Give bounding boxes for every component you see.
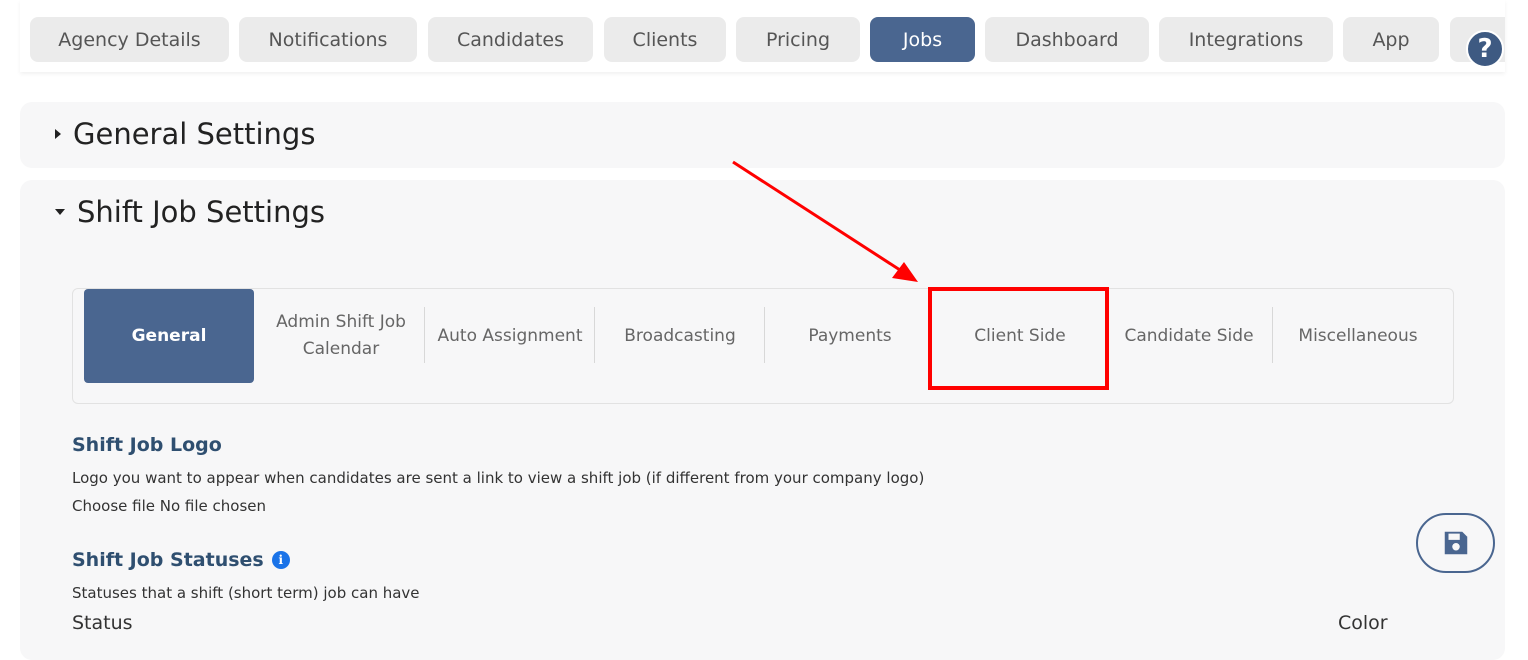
client-side-highlight-box — [928, 287, 1109, 390]
help-icon[interactable]: ? — [1466, 30, 1504, 68]
shift-job-statuses-description: Statuses that a shift (short term) job c… — [72, 584, 420, 602]
subtab-miscellaneous[interactable]: Miscellaneous — [1273, 289, 1443, 383]
shift-job-logo-title: Shift Job Logo — [72, 434, 222, 456]
subtab-candidate-side[interactable]: Candidate Side — [1104, 289, 1274, 383]
general-settings-title: General Settings — [73, 117, 316, 151]
caret-right-icon — [55, 129, 61, 139]
floppy-disk-icon — [1444, 531, 1467, 555]
tab-jobs[interactable]: Jobs — [870, 17, 975, 62]
tab-pricing[interactable]: Pricing — [736, 17, 860, 62]
subtab-admin-shift-job-calendar[interactable]: Admin Shift Job Calendar — [261, 289, 421, 383]
tab-app[interactable]: App — [1343, 17, 1439, 62]
shift-job-logo-description: Logo you want to appear when candidates … — [72, 469, 925, 487]
color-column-header: Color — [1338, 612, 1388, 634]
top-navigation-bar: Agency Details Notifications Candidates … — [20, 0, 1505, 72]
subtab-general[interactable]: General — [84, 289, 254, 383]
shift-job-subtabs: General Admin Shift Job Calendar Auto As… — [72, 288, 1454, 404]
status-column-header: Status — [72, 612, 133, 634]
subtab-auto-assignment[interactable]: Auto Assignment — [425, 289, 595, 383]
info-icon[interactable]: i — [271, 551, 290, 569]
shift-job-statuses-heading: Shift Job Statuses i — [72, 549, 290, 571]
tab-integrations[interactable]: Integrations — [1159, 17, 1333, 62]
shift-job-statuses-title: Shift Job Statuses — [72, 549, 264, 571]
shift-job-settings-header[interactable]: Shift Job Settings — [55, 195, 325, 229]
caret-down-icon — [55, 209, 65, 215]
general-settings-panel: General Settings — [20, 102, 1505, 168]
general-settings-header[interactable]: General Settings — [55, 117, 315, 151]
shift-job-settings-title: Shift Job Settings — [77, 195, 326, 229]
logo-file-input[interactable]: Choose file No file chosen — [72, 497, 266, 515]
tab-clients[interactable]: Clients — [604, 17, 726, 62]
tab-notifications[interactable]: Notifications — [239, 17, 417, 62]
tab-candidates[interactable]: Candidates — [428, 17, 593, 62]
subtab-broadcasting[interactable]: Broadcasting — [595, 289, 765, 383]
tab-dashboard[interactable]: Dashboard — [985, 17, 1149, 62]
save-button[interactable] — [1416, 513, 1495, 573]
subtab-payments[interactable]: Payments — [765, 289, 935, 383]
tab-agency-details[interactable]: Agency Details — [30, 17, 229, 62]
